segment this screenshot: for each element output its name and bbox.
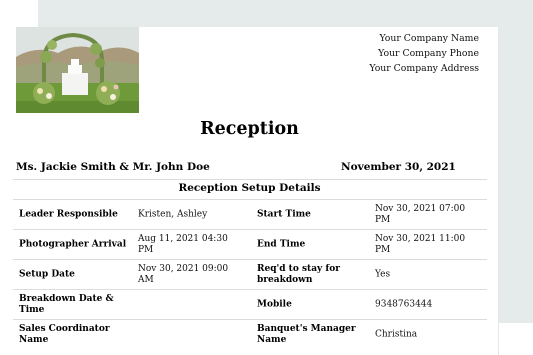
field-label: Start Time (257, 209, 311, 219)
divider (13, 179, 487, 180)
table-row: Photographer Arrival Aug 11, 2021 04:30 … (0, 230, 499, 259)
field-label: Mobile (257, 299, 292, 309)
field-label: Setup Date (19, 269, 75, 279)
event-date: November 30, 2021 (341, 161, 456, 173)
field-value: Nov 30, 2021 07:00 PM (375, 203, 466, 225)
table-row: Breakdown Date & Time Mobile 9348763444 (0, 290, 499, 319)
field-value: Aug 11, 2021 04:30 PM (138, 233, 228, 255)
field-value: Nov 30, 2021 11:00 PM (375, 233, 466, 255)
field-label: Photographer Arrival (19, 239, 127, 249)
section-title: Reception Setup Details (178, 182, 321, 194)
company-address: Your Company Address (369, 62, 479, 74)
field-value: Kristen, Ashley (138, 209, 208, 219)
field-value: Yes (375, 269, 391, 279)
field-label: Sales Coordinator Name (19, 323, 110, 345)
field-label: Req'd to stay for breakdown (257, 263, 341, 285)
company-info: Your Company Name Your Company Phone You… (369, 32, 479, 76)
table-row: Setup Date Nov 30, 2021 09:00 AM Req'd t… (0, 260, 499, 289)
company-name: Your Company Name (379, 33, 479, 44)
field-value: 9348763444 (375, 299, 433, 309)
field-value: Nov 30, 2021 09:00 AM (138, 263, 229, 285)
field-value: Christina (375, 329, 418, 339)
field-label: Banquet's Manager Name (257, 323, 356, 345)
document-page: Your Company Name Your Company Phone You… (0, 27, 499, 355)
field-label: Leader Responsible (19, 209, 118, 219)
venue-photo (16, 27, 139, 113)
table-row: Leader Responsible Kristen, Ashley Start… (0, 200, 499, 229)
document-title: Reception (200, 119, 299, 139)
table-row: Sales Coordinator Name Banquet's Manager… (0, 320, 499, 349)
field-label: End Time (257, 239, 306, 249)
company-phone: Your Company Phone (378, 47, 479, 59)
field-label: Breakdown Date & Time (19, 293, 114, 315)
couple-names: Ms. Jackie Smith & Mr. John Doe (16, 161, 210, 173)
